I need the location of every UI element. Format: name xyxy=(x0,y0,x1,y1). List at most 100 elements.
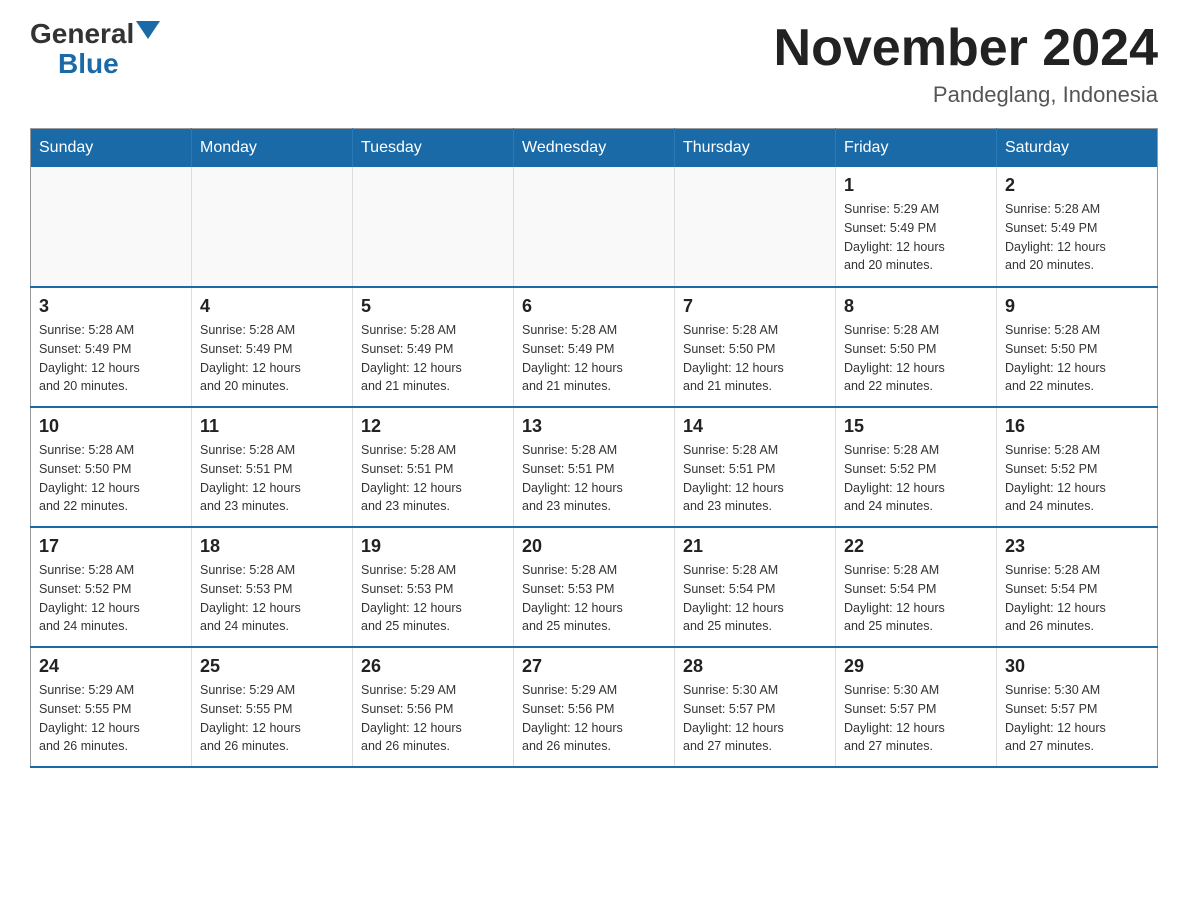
calendar-cell: 19 Sunrise: 5:28 AM Sunset: 5:53 PM Dayli… xyxy=(353,527,514,647)
day-number: 2 xyxy=(1005,175,1149,196)
calendar-week-row: 10 Sunrise: 5:28 AM Sunset: 5:50 PM Dayli… xyxy=(31,407,1158,527)
day-number: 4 xyxy=(200,296,344,317)
weekday-header-monday: Monday xyxy=(192,129,353,168)
day-info: Sunrise: 5:28 AM Sunset: 5:50 PM Dayligh… xyxy=(683,321,827,396)
day-number: 27 xyxy=(522,656,666,677)
calendar-cell: 16 Sunrise: 5:28 AM Sunset: 5:52 PM Dayli… xyxy=(997,407,1158,527)
calendar-cell: 15Sunrise: 5:28 AM Sunset: 5:52 PM Dayli… xyxy=(836,407,997,527)
day-number: 1 xyxy=(844,175,988,196)
calendar-cell xyxy=(675,167,836,287)
day-info: Sunrise: 5:28 AM Sunset: 5:53 PM Dayligh… xyxy=(522,561,666,636)
day-info: Sunrise: 5:29 AM Sunset: 5:55 PM Dayligh… xyxy=(200,681,344,756)
day-info: Sunrise: 5:28 AM Sunset: 5:49 PM Dayligh… xyxy=(361,321,505,396)
day-number: 13 xyxy=(522,416,666,437)
day-number: 5 xyxy=(361,296,505,317)
day-number: 21 xyxy=(683,536,827,557)
calendar-cell: 26Sunrise: 5:29 AM Sunset: 5:56 PM Dayli… xyxy=(353,647,514,767)
day-info: Sunrise: 5:28 AM Sunset: 5:54 PM Dayligh… xyxy=(683,561,827,636)
calendar-cell: 18 Sunrise: 5:28 AM Sunset: 5:53 PM Dayli… xyxy=(192,527,353,647)
calendar-cell: 29 Sunrise: 5:30 AM Sunset: 5:57 PM Dayli… xyxy=(836,647,997,767)
day-number: 20 xyxy=(522,536,666,557)
day-number: 18 xyxy=(200,536,344,557)
day-info: Sunrise: 5:28 AM Sunset: 5:51 PM Dayligh… xyxy=(522,441,666,516)
day-number: 17 xyxy=(39,536,183,557)
calendar-week-row: 3Sunrise: 5:28 AM Sunset: 5:49 PM Daylig… xyxy=(31,287,1158,407)
calendar-week-row: 1 Sunrise: 5:29 AM Sunset: 5:49 PM Daylig… xyxy=(31,167,1158,287)
day-number: 14 xyxy=(683,416,827,437)
day-info: Sunrise: 5:28 AM Sunset: 5:50 PM Dayligh… xyxy=(844,321,988,396)
day-info: Sunrise: 5:28 AM Sunset: 5:54 PM Dayligh… xyxy=(1005,561,1149,636)
day-number: 26 xyxy=(361,656,505,677)
day-number: 15 xyxy=(844,416,988,437)
day-number: 29 xyxy=(844,656,988,677)
calendar-cell: 13 Sunrise: 5:28 AM Sunset: 5:51 PM Dayli… xyxy=(514,407,675,527)
calendar-cell xyxy=(192,167,353,287)
calendar-cell: 28 Sunrise: 5:30 AM Sunset: 5:57 PM Dayli… xyxy=(675,647,836,767)
day-info: Sunrise: 5:28 AM Sunset: 5:52 PM Dayligh… xyxy=(39,561,183,636)
day-number: 25 xyxy=(200,656,344,677)
day-number: 24 xyxy=(39,656,183,677)
day-number: 7 xyxy=(683,296,827,317)
calendar-cell: 24 Sunrise: 5:29 AM Sunset: 5:55 PM Dayli… xyxy=(31,647,192,767)
day-number: 30 xyxy=(1005,656,1149,677)
calendar-cell: 2 Sunrise: 5:28 AM Sunset: 5:49 PM Daylig… xyxy=(997,167,1158,287)
calendar-cell: 14 Sunrise: 5:28 AM Sunset: 5:51 PM Dayli… xyxy=(675,407,836,527)
weekday-header-friday: Friday xyxy=(836,129,997,168)
day-number: 8 xyxy=(844,296,988,317)
calendar-cell: 9 Sunrise: 5:28 AM Sunset: 5:50 PM Daylig… xyxy=(997,287,1158,407)
day-number: 12 xyxy=(361,416,505,437)
calendar-cell: 21 Sunrise: 5:28 AM Sunset: 5:54 PM Dayli… xyxy=(675,527,836,647)
day-number: 28 xyxy=(683,656,827,677)
day-number: 16 xyxy=(1005,416,1149,437)
day-info: Sunrise: 5:28 AM Sunset: 5:51 PM Dayligh… xyxy=(683,441,827,516)
calendar-cell: 1 Sunrise: 5:29 AM Sunset: 5:49 PM Daylig… xyxy=(836,167,997,287)
calendar-table: SundayMondayTuesdayWednesdayThursdayFrid… xyxy=(30,128,1158,768)
calendar-cell: 20 Sunrise: 5:28 AM Sunset: 5:53 PM Dayli… xyxy=(514,527,675,647)
day-number: 19 xyxy=(361,536,505,557)
calendar-cell: 3Sunrise: 5:28 AM Sunset: 5:49 PM Daylig… xyxy=(31,287,192,407)
page-header: General Blue November 2024 Pandeglang, I… xyxy=(30,20,1158,108)
calendar-cell: 17 Sunrise: 5:28 AM Sunset: 5:52 PM Dayli… xyxy=(31,527,192,647)
day-number: 9 xyxy=(1005,296,1149,317)
calendar-cell: 12 Sunrise: 5:28 AM Sunset: 5:51 PM Dayli… xyxy=(353,407,514,527)
calendar-cell xyxy=(353,167,514,287)
day-info: Sunrise: 5:28 AM Sunset: 5:50 PM Dayligh… xyxy=(39,441,183,516)
day-number: 22 xyxy=(844,536,988,557)
day-info: Sunrise: 5:29 AM Sunset: 5:55 PM Dayligh… xyxy=(39,681,183,756)
calendar-week-row: 17 Sunrise: 5:28 AM Sunset: 5:52 PM Dayli… xyxy=(31,527,1158,647)
day-info: Sunrise: 5:28 AM Sunset: 5:53 PM Dayligh… xyxy=(200,561,344,636)
calendar-cell: 7 Sunrise: 5:28 AM Sunset: 5:50 PM Daylig… xyxy=(675,287,836,407)
day-info: Sunrise: 5:28 AM Sunset: 5:50 PM Dayligh… xyxy=(1005,321,1149,396)
day-number: 6 xyxy=(522,296,666,317)
calendar-cell: 30 Sunrise: 5:30 AM Sunset: 5:57 PM Dayli… xyxy=(997,647,1158,767)
day-number: 11 xyxy=(200,416,344,437)
calendar-week-row: 24 Sunrise: 5:29 AM Sunset: 5:55 PM Dayli… xyxy=(31,647,1158,767)
calendar-cell: 5 Sunrise: 5:28 AM Sunset: 5:49 PM Daylig… xyxy=(353,287,514,407)
day-info: Sunrise: 5:28 AM Sunset: 5:49 PM Dayligh… xyxy=(1005,200,1149,275)
day-number: 10 xyxy=(39,416,183,437)
calendar-cell: 11 Sunrise: 5:28 AM Sunset: 5:51 PM Dayli… xyxy=(192,407,353,527)
day-info: Sunrise: 5:29 AM Sunset: 5:49 PM Dayligh… xyxy=(844,200,988,275)
day-info: Sunrise: 5:28 AM Sunset: 5:52 PM Dayligh… xyxy=(1005,441,1149,516)
day-info: Sunrise: 5:28 AM Sunset: 5:53 PM Dayligh… xyxy=(361,561,505,636)
calendar-cell: 23Sunrise: 5:28 AM Sunset: 5:54 PM Dayli… xyxy=(997,527,1158,647)
day-info: Sunrise: 5:28 AM Sunset: 5:49 PM Dayligh… xyxy=(522,321,666,396)
calendar-cell: 4 Sunrise: 5:28 AM Sunset: 5:49 PM Daylig… xyxy=(192,287,353,407)
day-info: Sunrise: 5:30 AM Sunset: 5:57 PM Dayligh… xyxy=(1005,681,1149,756)
calendar-cell xyxy=(514,167,675,287)
weekday-header-row: SundayMondayTuesdayWednesdayThursdayFrid… xyxy=(31,129,1158,168)
month-title: November 2024 xyxy=(774,20,1158,77)
calendar-cell: 25 Sunrise: 5:29 AM Sunset: 5:55 PM Dayli… xyxy=(192,647,353,767)
day-info: Sunrise: 5:30 AM Sunset: 5:57 PM Dayligh… xyxy=(683,681,827,756)
logo-general: General xyxy=(30,20,134,48)
day-info: Sunrise: 5:28 AM Sunset: 5:49 PM Dayligh… xyxy=(200,321,344,396)
day-info: Sunrise: 5:28 AM Sunset: 5:51 PM Dayligh… xyxy=(200,441,344,516)
weekday-header-thursday: Thursday xyxy=(675,129,836,168)
day-info: Sunrise: 5:28 AM Sunset: 5:51 PM Dayligh… xyxy=(361,441,505,516)
calendar-cell: 10 Sunrise: 5:28 AM Sunset: 5:50 PM Dayli… xyxy=(31,407,192,527)
calendar-cell: 27Sunrise: 5:29 AM Sunset: 5:56 PM Dayli… xyxy=(514,647,675,767)
location: Pandeglang, Indonesia xyxy=(774,82,1158,108)
logo: General Blue xyxy=(30,20,160,80)
day-info: Sunrise: 5:28 AM Sunset: 5:49 PM Dayligh… xyxy=(39,321,183,396)
day-info: Sunrise: 5:30 AM Sunset: 5:57 PM Dayligh… xyxy=(844,681,988,756)
